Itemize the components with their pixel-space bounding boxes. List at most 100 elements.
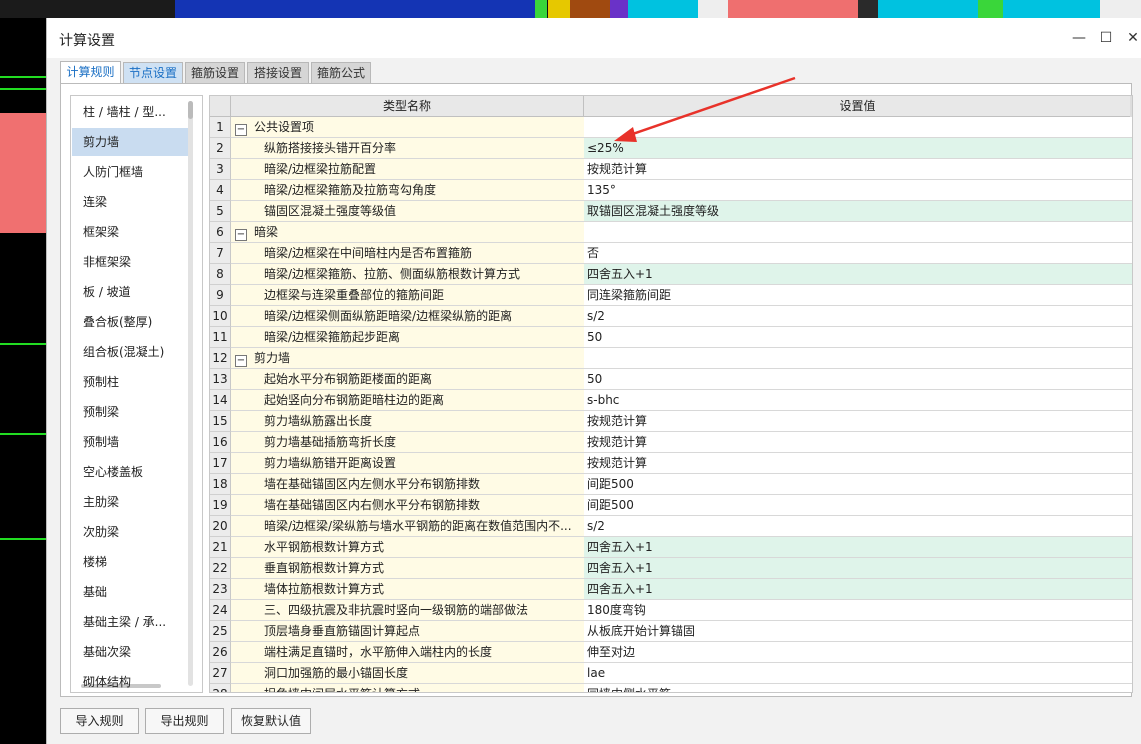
table-row[interactable]: 28 拐角墙中间层水平筋计算方式 同墙内侧水平筋 [210, 684, 1132, 692]
setting-value-cell[interactable]: lae [584, 663, 1132, 684]
tab-stirrup-settings[interactable]: 箍筋设置 [185, 62, 245, 83]
table-row[interactable]: 18 墙在基础锚固区内左侧水平分布钢筋排数 间距500 [210, 474, 1132, 495]
sidebar-item[interactable]: 基础 [72, 578, 188, 606]
sidebar-item[interactable]: 柱 / 墙柱 / 型... [72, 98, 188, 126]
table-row[interactable]: 3 暗梁/边框梁拉筋配置 按规范计算 [210, 159, 1132, 180]
sidebar-item[interactable]: 框架梁 [72, 218, 188, 246]
setting-value-cell[interactable]: ≤25% [584, 138, 1132, 159]
setting-value-cell[interactable]: 伸至对边 [584, 642, 1132, 663]
table-row[interactable]: 23 墙体拉筋根数计算方式 四舍五入+1 [210, 579, 1132, 600]
collapse-toggle-icon[interactable]: − [235, 124, 247, 136]
table-row[interactable]: 9 边框梁与连梁重叠部位的箍筋间距 同连梁箍筋间距 [210, 285, 1132, 306]
sidebar-item[interactable]: 组合板(混凝土) [72, 338, 188, 366]
maximize-icon[interactable]: ☐ [1096, 28, 1116, 48]
bottom-bar: 导入规则 导出规则 恢复默认值 [47, 708, 1141, 744]
row-number: 1 [210, 117, 231, 138]
tab-node-settings[interactable]: 节点设置 [123, 62, 183, 83]
sidebar-item[interactable]: 板 / 坡道 [72, 278, 188, 306]
restore-defaults-button[interactable]: 恢复默认值 [231, 708, 311, 734]
sidebar-item[interactable]: 主肋梁 [72, 488, 188, 516]
component-list[interactable]: 柱 / 墙柱 / 型... 剪力墙 人防门框墙 连梁 框架梁 非框架梁板 / 坡道 叠合板(… [70, 95, 203, 693]
setting-value-cell[interactable]: 50 [584, 327, 1132, 348]
sidebar-item[interactable]: 基础主梁 / 承... [72, 608, 188, 636]
close-icon[interactable]: ✕ [1123, 28, 1141, 48]
table-row[interactable]: 24 三、四级抗震及非抗震时竖向一级钢筋的端部做法 180度弯钩 [210, 600, 1132, 621]
table-row[interactable]: 26 端柱满足直锚时，水平筋伸入端柱内的长度 伸至对边 [210, 642, 1132, 663]
setting-value-cell[interactable]: 按规范计算 [584, 432, 1132, 453]
setting-value-cell[interactable]: 135° [584, 180, 1132, 201]
setting-value-cell[interactable]: 间距500 [584, 495, 1132, 516]
export-rules-button[interactable]: 导出规则 [145, 708, 224, 734]
setting-value-cell[interactable]: 180度弯钩 [584, 600, 1132, 621]
sidebar-item[interactable]: 连梁 [72, 188, 188, 216]
setting-value-cell[interactable]: 四舍五入+1 [584, 579, 1132, 600]
setting-value-cell[interactable]: 间距500 [584, 474, 1132, 495]
collapse-toggle-icon[interactable]: − [235, 229, 247, 241]
sidebar-item[interactable]: 砌体结构 [72, 668, 188, 692]
sidebar-scrollbar[interactable] [188, 101, 193, 686]
setting-value-cell[interactable]: 取锚固区混凝土强度等级 [584, 201, 1132, 222]
setting-value-cell[interactable]: 四舍五入+1 [584, 537, 1132, 558]
sidebar-item[interactable]: 次肋梁 [72, 518, 188, 546]
tab-stirrup-formula[interactable]: 箍筋公式 [311, 62, 371, 83]
table-row[interactable]: 17 剪力墙纵筋错开距离设置 按规范计算 [210, 453, 1132, 474]
tab-calc-rules[interactable]: 计算规则 [60, 61, 121, 84]
table-row[interactable]: 21 水平钢筋根数计算方式 四舍五入+1 [210, 537, 1132, 558]
table-row[interactable]: 19 墙在基础锚固区内右侧水平分布钢筋排数 间距500 [210, 495, 1132, 516]
sidebar-item[interactable]: 预制墙 [72, 428, 188, 456]
sidebar-item[interactable]: 基础次梁 [72, 638, 188, 666]
minimize-icon[interactable]: — [1069, 28, 1089, 48]
sidebar-item[interactable]: 预制柱 [72, 368, 188, 396]
table-row[interactable]: 22 垂直钢筋根数计算方式 四舍五入+1 [210, 558, 1132, 579]
table-row[interactable]: 20 暗梁/边框梁/梁纵筋与墙水平钢筋的距离在数值范围内不... s/2 [210, 516, 1132, 537]
setting-value-cell[interactable]: 50 [584, 369, 1132, 390]
row-number: 12 [210, 348, 231, 369]
type-name-label: 暗梁/边框梁箍筋及拉筋弯勾角度 [264, 183, 437, 197]
collapse-toggle-icon[interactable]: − [235, 355, 247, 367]
setting-value-cell[interactable]: 按规范计算 [584, 453, 1132, 474]
table-row[interactable]: 8 暗梁/边框梁箍筋、拉筋、侧面纵筋根数计算方式 四舍五入+1 [210, 264, 1132, 285]
row-number: 7 [210, 243, 231, 264]
table-row[interactable]: 2 纵筋搭接接头错开百分率 ≤25% [210, 138, 1132, 159]
type-name-label: 墙在基础锚固区内左侧水平分布钢筋排数 [264, 477, 481, 491]
table-row[interactable]: 27 洞口加强筋的最小锚固长度 lae [210, 663, 1132, 684]
tab-lap-settings[interactable]: 搭接设置 [247, 62, 309, 83]
table-row[interactable]: 25 顶层墙身垂直筋锚固计算起点 从板底开始计算锚固 [210, 621, 1132, 642]
group-row[interactable]: 1− 公共设置项 [210, 117, 1132, 138]
table-row[interactable]: 7 暗梁/边框梁在中间暗柱内是否布置箍筋 否 [210, 243, 1132, 264]
import-rules-button[interactable]: 导入规则 [60, 708, 139, 734]
setting-value-cell[interactable]: 按规范计算 [584, 411, 1132, 432]
table-row[interactable]: 13 起始水平分布钢筋距楼面的距离 50 [210, 369, 1132, 390]
table-row[interactable]: 4 暗梁/边框梁箍筋及拉筋弯勾角度 135° [210, 180, 1132, 201]
sidebar-item[interactable]: 楼梯 [72, 548, 188, 576]
setting-value-cell[interactable]: 同连梁箍筋间距 [584, 285, 1132, 306]
sidebar-item[interactable]: 人防门框墙 [72, 158, 188, 186]
table-row[interactable]: 5 锚固区混凝土强度等级值 取锚固区混凝土强度等级 [210, 201, 1132, 222]
group-row[interactable]: 12− 剪力墙 [210, 348, 1132, 369]
setting-value-cell[interactable]: s-bhc [584, 390, 1132, 411]
sidebar-scroll-thumb[interactable] [188, 101, 193, 119]
setting-value-cell[interactable]: 按规范计算 [584, 159, 1132, 180]
sidebar-item[interactable]: 叠合板(整厚) [72, 308, 188, 336]
setting-value-cell[interactable]: s/2 [584, 516, 1132, 537]
table-row[interactable]: 15 剪力墙纵筋露出长度 按规范计算 [210, 411, 1132, 432]
setting-value-cell[interactable]: 否 [584, 243, 1132, 264]
sidebar-item[interactable]: 预制梁 [72, 398, 188, 426]
setting-value-cell[interactable]: s/2 [584, 306, 1132, 327]
setting-value-cell[interactable]: 四舍五入+1 [584, 558, 1132, 579]
table-row[interactable]: 11 暗梁/边框梁箍筋起步距离 50 [210, 327, 1132, 348]
title-bar: 计算设置 — ☐ ✕ [47, 18, 1141, 58]
setting-value-cell [584, 222, 1132, 243]
setting-value-cell[interactable]: 同墙内侧水平筋 [584, 684, 1132, 692]
sidebar-item[interactable]: 空心楼盖板 [72, 458, 188, 486]
sidebar-item[interactable]: 剪力墙 [72, 128, 188, 156]
table-row[interactable]: 14 起始竖向分布钢筋距暗柱边的距离 s-bhc [210, 390, 1132, 411]
type-name-label: 水平钢筋根数计算方式 [264, 540, 385, 554]
setting-value-cell[interactable]: 四舍五入+1 [584, 264, 1132, 285]
table-row[interactable]: 10 暗梁/边框梁侧面纵筋距暗梁/边框梁纵筋的距离 s/2 [210, 306, 1132, 327]
group-row[interactable]: 6− 暗梁 [210, 222, 1132, 243]
table-row[interactable]: 16 剪力墙基础插筋弯折长度 按规范计算 [210, 432, 1132, 453]
sidebar-item[interactable]: 非框架梁 [72, 248, 188, 276]
type-name-cell: 暗梁/边框梁/梁纵筋与墙水平钢筋的距离在数值范围内不... [231, 516, 617, 537]
setting-value-cell[interactable]: 从板底开始计算锚固 [584, 621, 1132, 642]
